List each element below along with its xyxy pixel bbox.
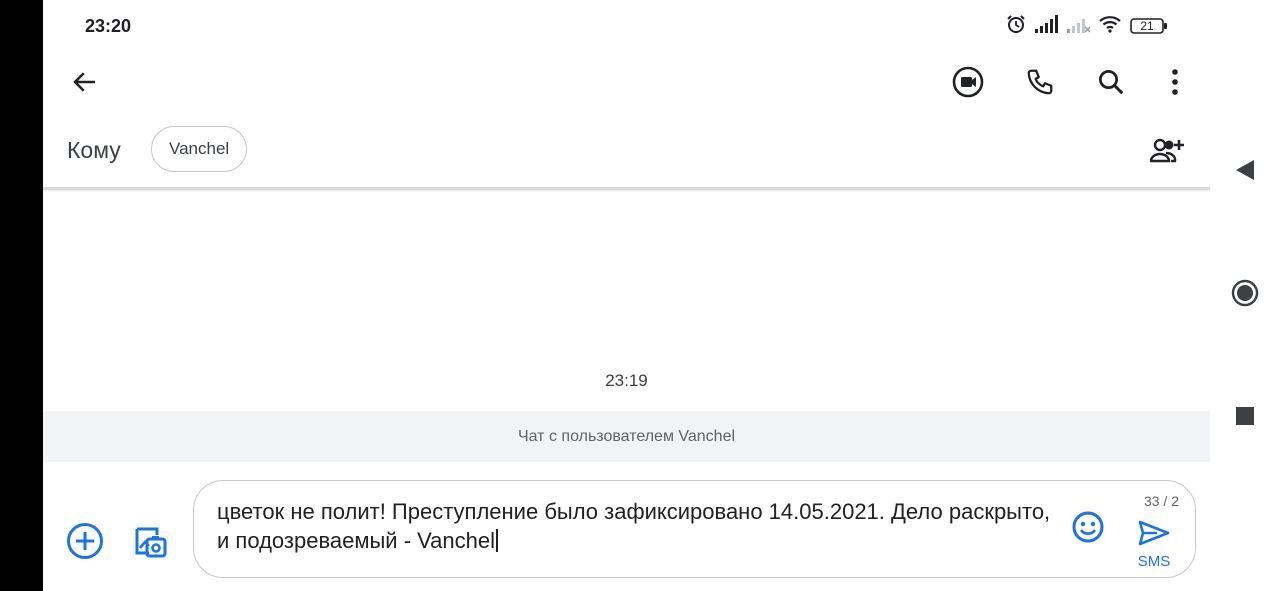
message-input[interactable]: цветок не полит! Преступление было зафик… [217,497,1057,555]
send-label: SMS [1137,553,1171,570]
nav-home-icon [1231,279,1259,312]
nav-back-icon [1234,158,1256,187]
gallery-icon [129,521,169,566]
recipient-chip[interactable]: Vanchel [151,126,248,172]
text-caret [496,529,498,552]
gallery-button[interactable] [125,519,173,567]
header-divider [43,187,1210,190]
send-icon [1137,519,1171,552]
battery-level: 21 [1140,19,1154,33]
more-vert-icon [1170,68,1180,101]
system-nav-bar [1210,0,1280,591]
nav-back-button[interactable] [1221,148,1269,196]
emoji-button[interactable] [1064,505,1112,553]
phone-icon [1025,67,1055,102]
emoji-icon [1071,510,1105,549]
search-button[interactable] [1087,60,1135,108]
back-button[interactable] [61,60,109,108]
call-button[interactable] [1016,60,1064,108]
signal-icon [1034,14,1058,38]
wifi-icon [1098,15,1122,38]
message-timestamp: 23:19 [605,371,648,390]
add-attachment-button[interactable] [61,519,109,567]
nav-recents-icon [1235,406,1255,431]
compose-box[interactable]: цветок не полит! Преступление было зафик… [193,480,1196,578]
add-circle-icon [66,522,104,565]
back-arrow-icon [70,67,100,102]
alarm-icon [1006,14,1026,39]
chat-info-banner: Чат с пользователем Vanchel [43,411,1210,462]
battery-icon: 21 [1130,17,1168,35]
signal-weak-icon [1066,15,1091,38]
status-icons: 21 [1006,14,1168,38]
status-time: 23:20 [85,16,132,36]
video-call-button[interactable] [944,60,992,108]
chat-info-text: Чат с пользователем Vanchel [517,427,736,445]
send-sms-button[interactable]: SMS [1134,519,1174,570]
video-call-icon [951,65,985,104]
character-counter: 33 / 2 [1143,493,1179,509]
add-recipient-button[interactable] [1143,128,1191,176]
nav-home-button[interactable] [1221,271,1269,319]
nav-recents-button[interactable] [1221,394,1269,442]
message-input-text: цветок не полит! Преступление было зафик… [217,499,1057,553]
add-contact-icon [1149,137,1184,168]
search-icon [1096,67,1126,102]
more-options-button[interactable] [1151,60,1199,108]
recipients-label: Кому [67,137,121,163]
messages-screen: 23:20 21 Кому Vanchel 23:19 Чат с пользо… [43,0,1210,591]
